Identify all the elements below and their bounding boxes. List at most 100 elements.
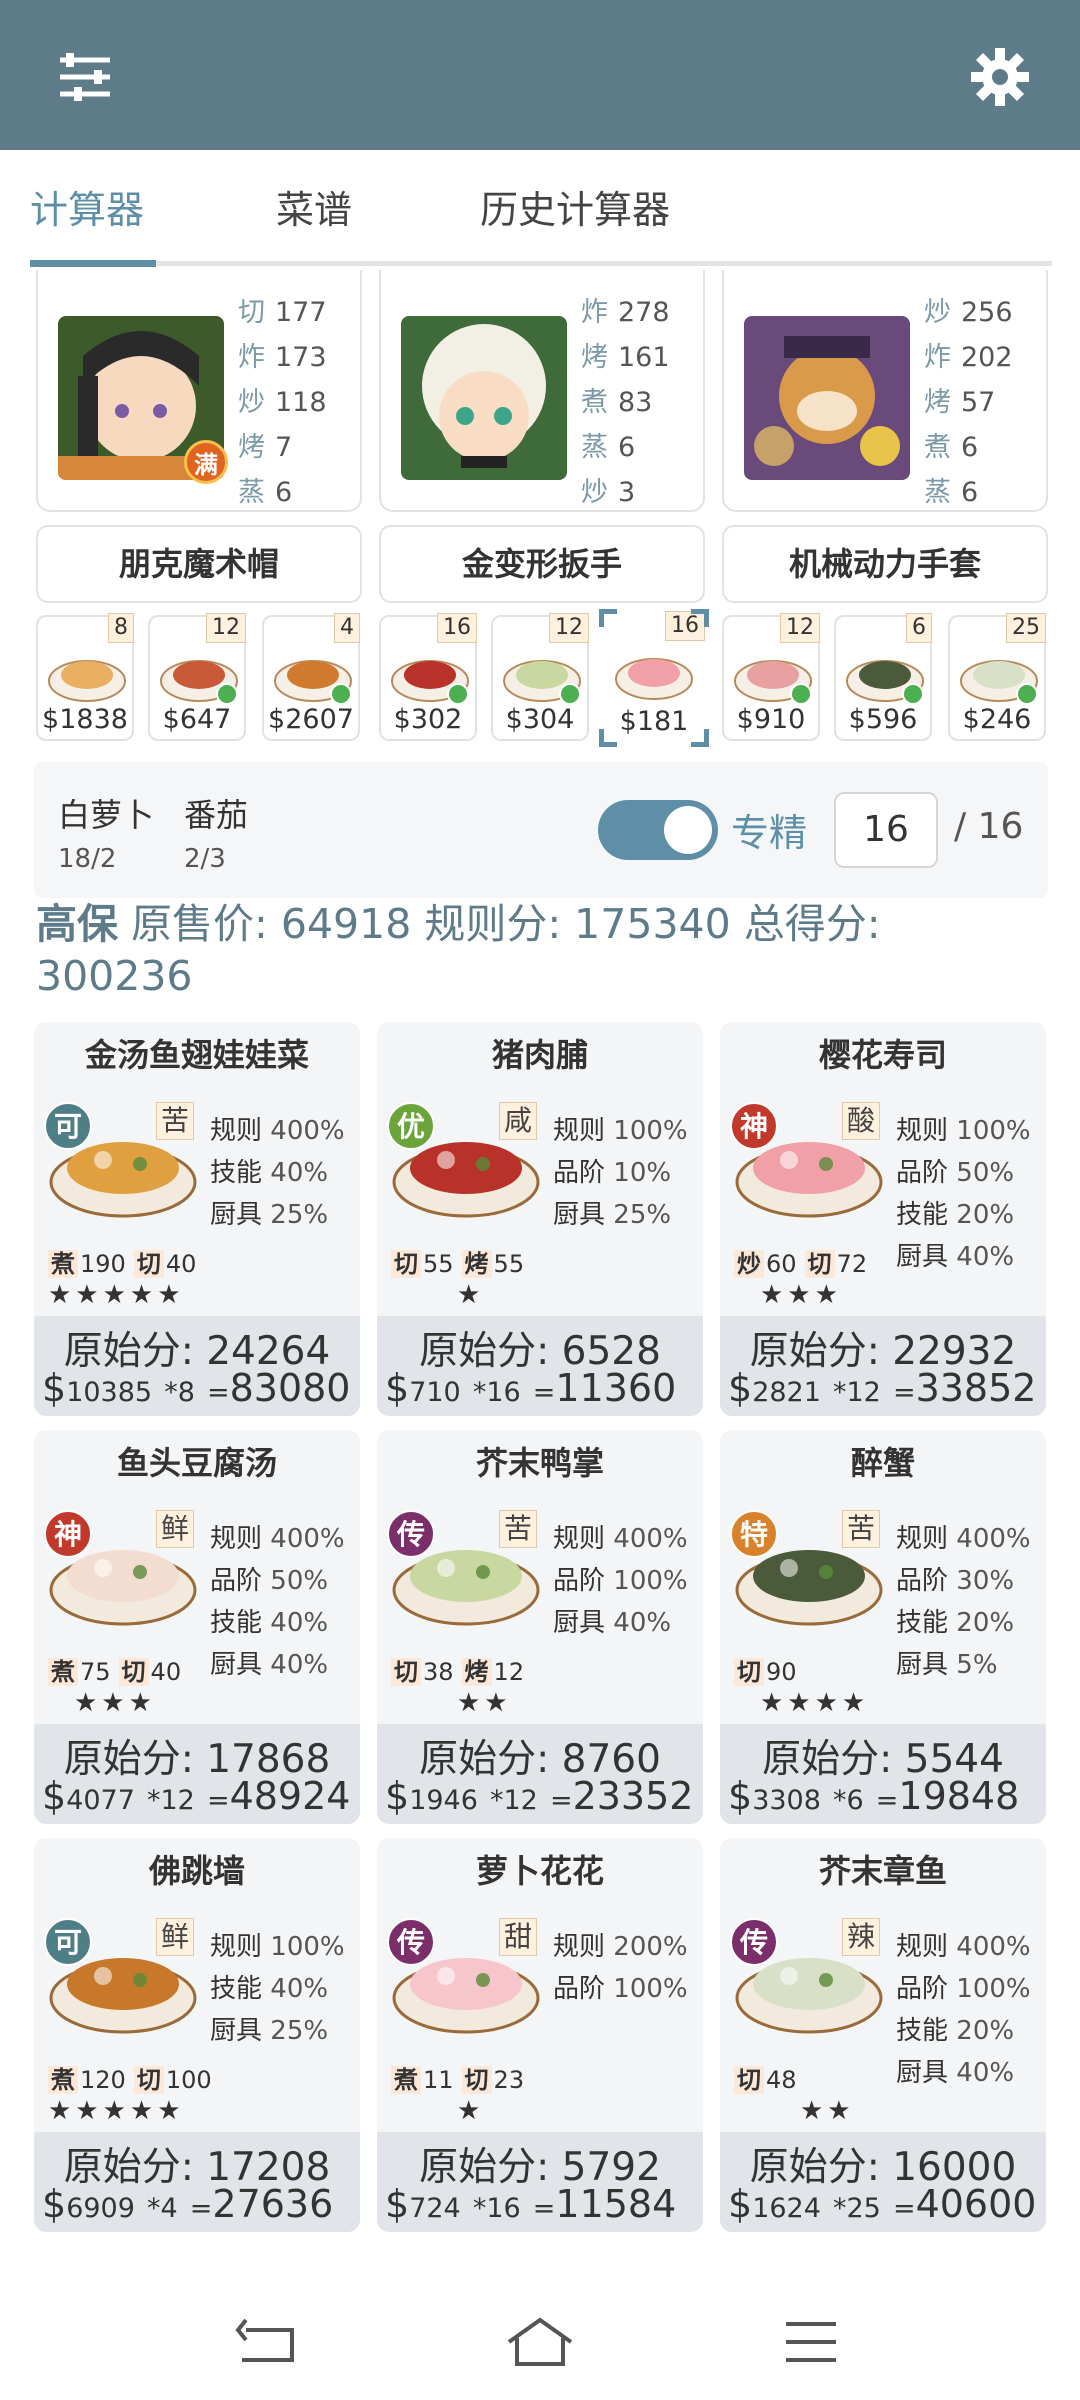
bonus-list: 规则 400% 品阶 100% 技能 20% 厨具 40%	[896, 1926, 1031, 2094]
price-calc: $1624 *25 =40600	[728, 2182, 1036, 2226]
star-rating: ★★	[457, 1688, 512, 1718]
chef-skills: 炒 256 炸 202 烤 57 煮6 蒸6	[924, 290, 1044, 515]
skill-requirements: 煮 11 切 23	[391, 2060, 532, 2095]
star-rating: ★★★★★	[48, 2096, 185, 2126]
bonus-row: 品阶 30%	[896, 1566, 1015, 1596]
menu-icon[interactable]	[776, 2312, 846, 2372]
bonus-row: 规则 400%	[553, 1524, 688, 1554]
bonus-row: 品阶 50%	[896, 1158, 1015, 1188]
chef-card[interactable]: 炸 278 烤 161 煮 83 蒸6 炒3	[379, 270, 705, 512]
chef-card[interactable]: 炒 256 炸 202 烤 57 煮6 蒸6	[722, 270, 1048, 512]
recipe-slot[interactable]: 16 $302	[379, 613, 477, 741]
unit-price: 4077	[66, 1785, 135, 1816]
tab-recipes[interactable]: 菜谱	[276, 180, 352, 240]
rarity-badge: 可	[44, 1102, 92, 1150]
dish-card[interactable]: 醉蟹特 苦规则 400% 品阶 30% 技能 20% 厨具 5% 切 90 ★★★★ 原始分: …	[720, 1430, 1046, 1824]
summary-text: 原售价: 64918 规则分: 175340 总得分: 300236	[36, 900, 881, 1000]
multiplier: *8	[164, 1377, 195, 1408]
unit-price: 6909	[66, 2193, 135, 2224]
equals: =	[875, 1785, 899, 1816]
bonus-row: 技能 40%	[210, 1158, 329, 1188]
bonus-row: 规则 100%	[896, 1116, 1031, 1146]
equipment-button[interactable]: 金变形扳手	[379, 525, 705, 603]
recipe-slot[interactable]: 8 $1838	[36, 613, 134, 741]
dish-card[interactable]: 金汤鱼翅娃娃菜可苦规则 400% 技能 40% 厨具 25% 煮 190 切 40 ★★★★★…	[34, 1022, 360, 1416]
equals: =	[206, 1377, 230, 1408]
dish-card[interactable]: 芥末章鱼传 辣规则 400% 品阶 100% 技能 20% 厨具 40% 切 48 ★★ 原始分…	[720, 1838, 1046, 2232]
dish-card[interactable]: 樱花寿司神 酸规则 100% 品阶 50% 技能 20% 厨具 40% 炒 60 切 72 ★★★…	[720, 1022, 1046, 1416]
bonus-row: 厨具 25%	[210, 1200, 329, 1230]
ingredient-control-bar: 白萝卜 18/2 番茄 2/3 专精 16 / 16	[34, 762, 1048, 898]
tab-history[interactable]: 历史计算器	[480, 180, 670, 240]
bonus-row: 厨具 25%	[210, 2016, 329, 2046]
skill-requirements: 煮 120 切 100	[48, 2060, 220, 2095]
home-icon[interactable]	[505, 2312, 575, 2372]
dish-card[interactable]: 鱼头豆腐汤神 鲜规则 400% 品阶 50% 技能 40% 厨具 40% 煮 75 切 40 ★★…	[34, 1430, 360, 1824]
bonus-row: 品阶 50%	[210, 1566, 329, 1596]
recipe-slot[interactable]: 12 $304	[491, 613, 589, 741]
recipe-slot[interactable]: 12 $647	[148, 613, 246, 741]
currency-symbol: $	[42, 2182, 67, 2226]
chef-avatar	[744, 316, 910, 480]
req-value: 40	[165, 1250, 197, 1278]
bonus-row: 品阶 100%	[553, 1974, 688, 2004]
multiplier: *12	[833, 1377, 881, 1408]
bonus-list: 规则 400% 品阶 50% 技能 40% 厨具 40%	[210, 1518, 345, 1686]
price-calc: $1946 *12 =23352	[385, 1774, 693, 1818]
equipment-button[interactable]: 朋克魔术帽	[36, 525, 362, 603]
chef-card[interactable]: 满 切 177 炸 173 炒 118 烤7 蒸6	[36, 270, 362, 512]
unit-price: 724	[409, 2193, 461, 2224]
bonus-row: 技能 20%	[896, 1200, 1015, 1230]
recipe-slot[interactable]: 25 $246	[948, 613, 1046, 741]
flavor-tag: 鲜	[156, 1510, 195, 1548]
recipe-slot[interactable]: 12 $910	[722, 613, 820, 741]
equals: =	[892, 1377, 916, 1408]
multiplier: *12	[147, 1785, 195, 1816]
req-value: 60	[766, 1250, 797, 1278]
dish-total: 11360	[555, 1366, 677, 1410]
specialize-toggle[interactable]	[598, 800, 718, 860]
score-bar: 原始分: 17868 $4077 *12 =48924	[34, 1724, 360, 1824]
req-skill: 煮	[391, 2066, 421, 2094]
equals: =	[892, 2193, 916, 2224]
bonus-row: 规则 400%	[210, 1116, 345, 1146]
dish-total: 83080	[229, 1366, 351, 1410]
dish-card[interactable]: 佛跳墙可 鲜规则 100% 技能 40% 厨具 25% 煮 120 切 100 ★★★★★ 原始分…	[34, 1838, 360, 2232]
req-skill: 切	[804, 1250, 835, 1278]
req-skill: 切	[734, 1658, 764, 1686]
chef-skills: 炸 278 烤 161 煮 83 蒸6 炒3	[581, 290, 701, 515]
req-skill: 煮	[48, 2066, 78, 2094]
score-summary: 高保 原售价: 64918 规则分: 175340 总得分: 300236	[36, 898, 1046, 1002]
recipe-slot[interactable]: 6 $596	[834, 613, 932, 741]
bonus-list: 规则 400% 品阶 100% 厨具 40%	[553, 1518, 688, 1644]
dish-card[interactable]: 猪肉脯优咸规则 100% 品阶 10% 厨具 25% 切 55 烤 55 ★ 原始分: 6528…	[377, 1022, 703, 1416]
bonus-row: 规则 200%	[553, 1932, 688, 1962]
bonus-row: 技能 40%	[210, 1608, 329, 1638]
req-value: 38	[423, 1658, 454, 1686]
back-icon[interactable]	[232, 2312, 302, 2372]
equals: =	[549, 1785, 573, 1816]
equipment-button[interactable]: 机械动力手套	[722, 525, 1048, 603]
tab-track	[156, 261, 1052, 266]
dish-name: 醉蟹	[850, 1444, 915, 1482]
gear-icon[interactable]	[965, 42, 1035, 112]
unit-price: 10385	[66, 1377, 153, 1408]
dish-card[interactable]: 萝卜花花传甜规则 200% 品阶 100% 煮 11 切 23 ★ 原始分: 5792 $724…	[377, 1838, 703, 2232]
recipe-slot[interactable]: 16 $181	[599, 609, 709, 747]
dish-total: 23352	[572, 1774, 694, 1818]
dish-name: 鱼头豆腐汤	[116, 1444, 277, 1482]
bonus-row: 厨具 40%	[553, 1608, 672, 1638]
dish-name: 金汤鱼翅娃娃菜	[84, 1036, 309, 1074]
recipe-slot[interactable]: 4 $2607	[262, 613, 360, 741]
count-input[interactable]: 16	[834, 792, 938, 868]
skill-row: 炒 256	[924, 297, 1013, 328]
flavor-tag: 甜	[499, 1918, 538, 1956]
dish-name: 芥末章鱼	[818, 1852, 947, 1890]
unit-price: 710	[409, 1377, 461, 1408]
tab-calculator[interactable]: 计算器	[30, 180, 144, 240]
req-skill: 烤	[461, 1250, 492, 1278]
dish-total: 33852	[915, 1366, 1037, 1410]
skill-requirements: 切 38 烤 12	[391, 1652, 532, 1687]
sliders-icon[interactable]	[50, 42, 120, 112]
dish-card[interactable]: 芥末鸭掌传 苦规则 400% 品阶 100% 厨具 40% 切 38 烤 12 ★★ 原始分: 8…	[377, 1430, 703, 1824]
